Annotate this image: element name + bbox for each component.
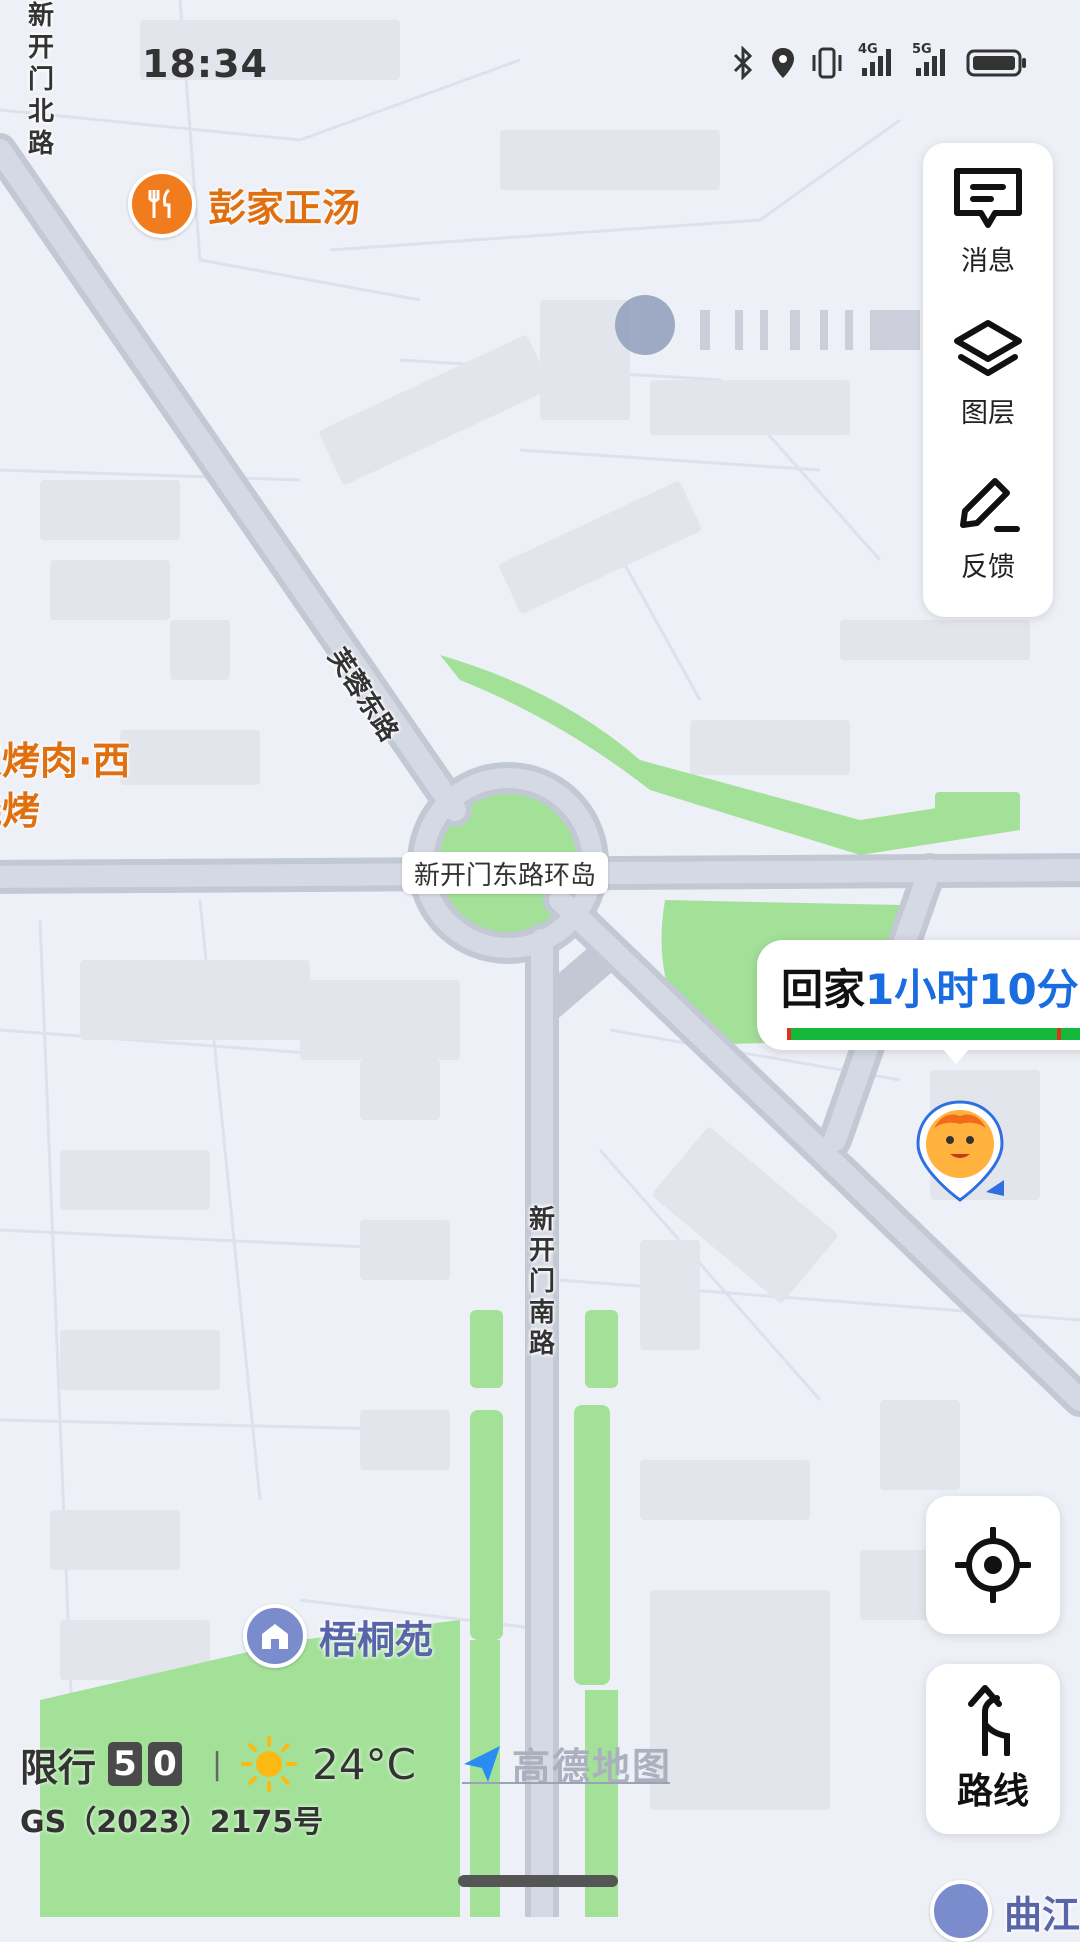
road-label-south: 新开门南路 bbox=[529, 1205, 556, 1359]
restriction-label: 限行 bbox=[20, 1745, 97, 1790]
feedback-button[interactable]: 反馈 bbox=[923, 449, 1053, 599]
home-indicator[interactable] bbox=[458, 1875, 618, 1887]
route-label: 路线 bbox=[956, 1771, 1029, 1812]
restriction-digit-1: 5 bbox=[108, 1742, 143, 1786]
status-time: 18:34 bbox=[142, 42, 268, 86]
side-panel: 消息 图层 反馈 bbox=[923, 143, 1053, 617]
poi-restaurant-label: 彭家正汤 bbox=[208, 185, 361, 230]
map-license: GS（2023）2175号 bbox=[20, 1805, 324, 1840]
message-icon bbox=[954, 168, 1022, 228]
place-icon bbox=[930, 1880, 992, 1942]
network-2-label: 5G bbox=[912, 42, 932, 57]
eta-duration: 1小时10分 bbox=[865, 965, 1079, 1014]
locate-button[interactable] bbox=[926, 1496, 1060, 1634]
layers-icon bbox=[954, 320, 1022, 376]
poi-restaurant[interactable]: 彭家正汤 bbox=[128, 170, 360, 238]
eta-destination: 回家 bbox=[781, 965, 866, 1014]
route-button[interactable]: 路线 bbox=[926, 1664, 1060, 1834]
poi-partial-label: 曲江 bbox=[1004, 1892, 1080, 1937]
restriction-digit-2: 0 bbox=[148, 1742, 183, 1786]
signal-4g: 4G bbox=[858, 42, 898, 82]
restaurant-icon bbox=[128, 170, 196, 238]
battery-icon bbox=[966, 49, 1026, 77]
poi-bbq-label-2[interactable]: 烧烤 bbox=[0, 780, 40, 835]
roundabout-label[interactable]: 新开门东路环岛 bbox=[402, 852, 609, 894]
sun-icon bbox=[241, 1736, 298, 1792]
message-button[interactable]: 消息 bbox=[923, 143, 1053, 293]
footer-separator: | bbox=[212, 1746, 223, 1782]
feedback-label: 反馈 bbox=[961, 552, 1015, 583]
layers-button[interactable]: 图层 bbox=[923, 295, 1053, 445]
location-icon bbox=[772, 48, 794, 78]
temperature: 24°C bbox=[312, 1739, 416, 1789]
poi-bbq-label-1[interactable]: 家烤肉·西 bbox=[0, 730, 130, 785]
signal-5g: 5G bbox=[912, 42, 952, 82]
eta-text: 回家1小时10分 bbox=[781, 956, 1079, 1017]
poi-residential[interactable]: 梧桐苑 bbox=[243, 1604, 433, 1668]
layers-label: 图层 bbox=[961, 398, 1015, 429]
poi-partial[interactable]: 曲江 bbox=[930, 1880, 1080, 1942]
network-1-label: 4G bbox=[858, 42, 878, 57]
status-icons: 4G 5G bbox=[730, 42, 1028, 82]
locate-icon bbox=[955, 1527, 1031, 1603]
residential-icon bbox=[243, 1604, 307, 1668]
brand-underline bbox=[462, 1782, 670, 1784]
vibrate-icon bbox=[812, 47, 842, 79]
road-label-north: 新开门北路 bbox=[28, 1, 55, 159]
traffic-restriction[interactable]: 限行 5 0 | 24°C bbox=[20, 1735, 416, 1793]
eta-card[interactable]: 回家1小时10分 bbox=[757, 940, 1080, 1050]
bluetooth-icon bbox=[733, 46, 753, 80]
edit-icon bbox=[960, 478, 1020, 532]
route-icon bbox=[968, 1685, 1010, 1756]
amap-logo-icon bbox=[464, 1745, 500, 1782]
eta-traffic-bar bbox=[787, 1028, 1080, 1040]
message-label: 消息 bbox=[961, 246, 1015, 277]
poi-residential-label: 梧桐苑 bbox=[319, 1617, 434, 1662]
eta-card-pointer bbox=[940, 1046, 972, 1064]
user-location-marker[interactable] bbox=[914, 1100, 1006, 1204]
